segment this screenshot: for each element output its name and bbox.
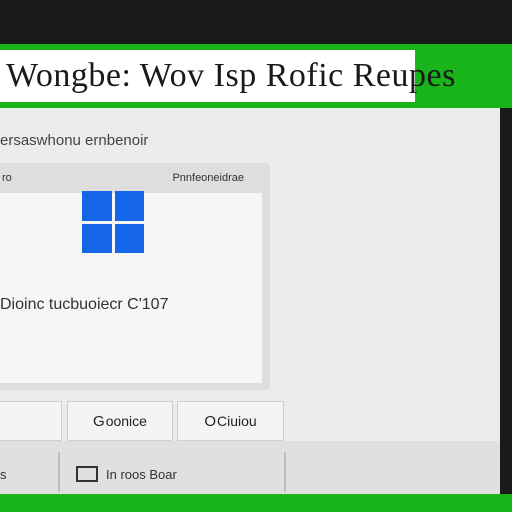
divider <box>58 452 60 492</box>
bottom-right-label: In roos Boar <box>106 466 177 482</box>
bottom-strip <box>0 441 500 494</box>
left-button[interactable] <box>0 401 62 441</box>
page-title: Wongbe: Wov Isp Rofic Reupes <box>6 57 456 94</box>
bottom-right-item[interactable]: In roos Boar <box>76 454 177 494</box>
monitor-icon <box>76 466 98 482</box>
windows-logo-icon <box>82 191 144 253</box>
section-subtitle: ersaswhonu ernbenoir <box>0 132 149 149</box>
divider <box>284 452 286 492</box>
o-action-label: Ciuiou <box>216 413 257 429</box>
device-info-text: Dioinc tucbuoiecr C'107 <box>0 296 169 313</box>
logo-square <box>114 191 144 221</box>
g-action-button[interactable]: G oonice <box>67 401 173 441</box>
header-bar: Wongbe: Wov Isp Rofic Reupes <box>0 44 512 108</box>
logo-square <box>82 223 112 253</box>
footer-bar <box>0 494 512 512</box>
o-action-button[interactable]: O Ciuiou <box>177 401 284 441</box>
panel-header: ro Pnnfeoneidrae <box>0 163 270 193</box>
panel-header-right-label[interactable]: Pnnfeoneidrae <box>172 172 244 184</box>
g-action-label: oonice <box>105 413 147 429</box>
g-icon: G <box>93 412 105 430</box>
scrollbar-gutter[interactable] <box>500 108 512 492</box>
o-icon: O <box>204 412 216 430</box>
logo-square <box>114 223 144 253</box>
bottom-left-label: s <box>0 466 7 482</box>
panel-header-left-label: ro <box>2 172 12 184</box>
bottom-left-item[interactable]: s <box>0 454 7 494</box>
header-title-box: Wongbe: Wov Isp Rofic Reupes <box>0 50 455 102</box>
logo-square <box>82 191 112 221</box>
screen: Wongbe: Wov Isp Rofic Reupes ersaswhonu … <box>0 0 512 512</box>
